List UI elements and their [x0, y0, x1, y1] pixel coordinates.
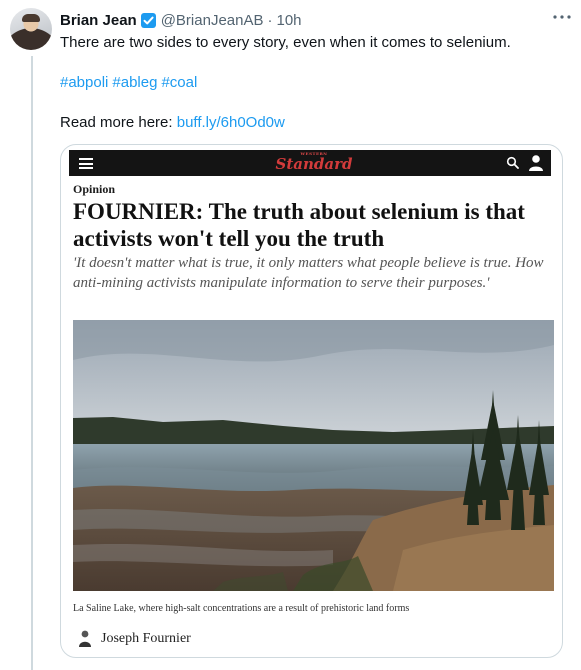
hashtag-link[interactable]: #abpoli [60, 74, 108, 91]
search-icon[interactable] [506, 156, 519, 169]
display-name[interactable]: Brian Jean [60, 12, 137, 29]
menu-icon[interactable] [79, 158, 93, 169]
timestamp[interactable]: 10h [276, 12, 301, 29]
verified-badge-icon [140, 12, 156, 28]
site-logo: WESTERN Standard [272, 151, 356, 175]
link-preview-card[interactable]: WESTERN Standard Opinion FOURNIER: The t… [60, 144, 563, 658]
article-category: Opinion [73, 182, 116, 196]
author-name: Joseph Fournier [101, 631, 191, 646]
site-header-bar: WESTERN Standard [69, 150, 551, 176]
read-more-line: Read more here: buff.ly/6h0Od0w [60, 113, 285, 133]
site-logo-main: Standard [275, 155, 353, 173]
more-options-icon[interactable] [552, 11, 572, 29]
author-avatar [79, 630, 91, 647]
hashtag-list: #abpoli #ableg #coal [60, 73, 201, 93]
avatar[interactable] [10, 8, 52, 50]
user-icon[interactable] [528, 154, 544, 171]
lake-photo [73, 320, 554, 591]
hashtag-link[interactable]: #coal [161, 74, 197, 91]
thread-line [31, 56, 33, 670]
tweet-header: Brian Jean @BrianJeanAB · 10h [60, 9, 302, 31]
hashtag-link[interactable]: #ableg [112, 74, 157, 91]
user-handle[interactable]: @BrianJeanAB [161, 12, 264, 29]
read-more-label: Read more here: [60, 114, 173, 131]
article-link[interactable]: buff.ly/6h0Od0w [177, 114, 285, 131]
tweet-text: There are two sides to every story, even… [60, 34, 511, 51]
photo-caption: La Saline Lake, where high-salt concentr… [73, 603, 410, 614]
article-subhead: 'It doesn't matter what is true, it only… [73, 255, 544, 291]
separator-dot: · [267, 11, 273, 29]
article-headline: FOURNIER: The truth about selenium is th… [73, 199, 525, 251]
